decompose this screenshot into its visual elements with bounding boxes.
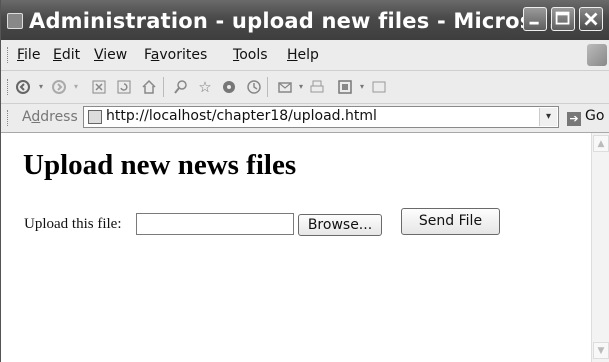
history-icon[interactable]: [246, 79, 262, 95]
edit-dropdown-icon[interactable]: ▾: [354, 79, 370, 95]
menubar-grip[interactable]: [7, 47, 11, 63]
forward-dropdown-icon[interactable]: ▾: [68, 79, 84, 95]
close-button[interactable]: [579, 7, 603, 31]
addressbar-grip[interactable]: [7, 110, 11, 126]
mail-icon[interactable]: [277, 79, 293, 95]
file-path-input[interactable]: [136, 213, 294, 235]
edit-icon[interactable]: [337, 79, 353, 95]
toolbar-separator: [267, 77, 268, 97]
menu-file[interactable]: File: [17, 47, 40, 63]
address-url[interactable]: http://localhost/chapter18/upload.html: [106, 108, 377, 124]
scroll-down-button[interactable]: ▼: [593, 342, 609, 359]
maximize-button[interactable]: [551, 7, 575, 31]
discuss-icon[interactable]: [371, 79, 387, 95]
menu-help[interactable]: Help: [287, 47, 319, 63]
menu-bar: File Edit View Favorites Tools Help: [1, 40, 609, 71]
upload-label: Upload this file:: [24, 216, 122, 232]
refresh-icon[interactable]: [116, 79, 132, 95]
page-content: Upload new news files Upload this file: …: [2, 133, 590, 362]
address-input[interactable]: http://localhost/chapter18/upload.html ▾: [83, 106, 559, 128]
ie-app-icon[interactable]: [7, 13, 23, 29]
mail-dropdown-icon[interactable]: ▾: [293, 79, 309, 95]
close-icon: [584, 12, 598, 26]
toolbar-separator: [163, 77, 164, 97]
minimize-button[interactable]: [523, 7, 547, 31]
media-icon[interactable]: [221, 79, 237, 95]
page-icon: [88, 110, 102, 124]
window-title: Administration - upload new files - Micr…: [29, 9, 557, 33]
go-arrow-icon: ➔: [567, 112, 581, 126]
print-icon[interactable]: [309, 79, 325, 95]
address-dropdown-button[interactable]: ▾: [539, 108, 557, 126]
address-bar: Address http://localhost/chapter18/uploa…: [1, 104, 609, 133]
favorites-icon[interactable]: ☆: [197, 79, 213, 95]
go-label: Go: [585, 108, 605, 124]
menu-view[interactable]: View: [94, 47, 127, 63]
chevron-down-icon: ▾: [545, 111, 552, 122]
windows-logo-icon: [587, 44, 607, 66]
back-dropdown-icon[interactable]: ▾: [33, 79, 49, 95]
back-icon[interactable]: [15, 79, 31, 95]
forward-icon[interactable]: [51, 79, 67, 95]
menu-tools[interactable]: Tools: [233, 47, 268, 63]
minimize-icon: [529, 21, 539, 25]
chevron-up-icon: ▲: [597, 139, 605, 149]
home-icon[interactable]: [141, 79, 157, 95]
toolbar-grip[interactable]: [7, 79, 11, 95]
title-bar[interactable]: Administration - upload new files - Micr…: [1, 0, 609, 40]
browser-window: Administration - upload new files - Micr…: [0, 0, 609, 362]
send-file-button[interactable]: Send File: [401, 208, 500, 235]
page-title: Upload new news files: [23, 149, 297, 181]
menu-edit[interactable]: Edit: [53, 47, 80, 63]
search-icon[interactable]: [173, 79, 189, 95]
menu-favorites[interactable]: Favorites: [144, 47, 207, 63]
vertical-scrollbar[interactable]: ▲ ▼: [591, 133, 609, 362]
address-label: Address: [22, 109, 78, 125]
scroll-up-button[interactable]: ▲: [593, 135, 609, 152]
maximize-icon: [555, 11, 570, 25]
standard-toolbar: ▾ ▾ ☆ ▾ ▾: [1, 71, 609, 104]
chevron-down-icon: ▼: [597, 346, 605, 356]
browse-button[interactable]: Browse...: [298, 214, 382, 236]
stop-icon[interactable]: [91, 79, 107, 95]
go-button[interactable]: ➔ Go: [567, 108, 604, 128]
